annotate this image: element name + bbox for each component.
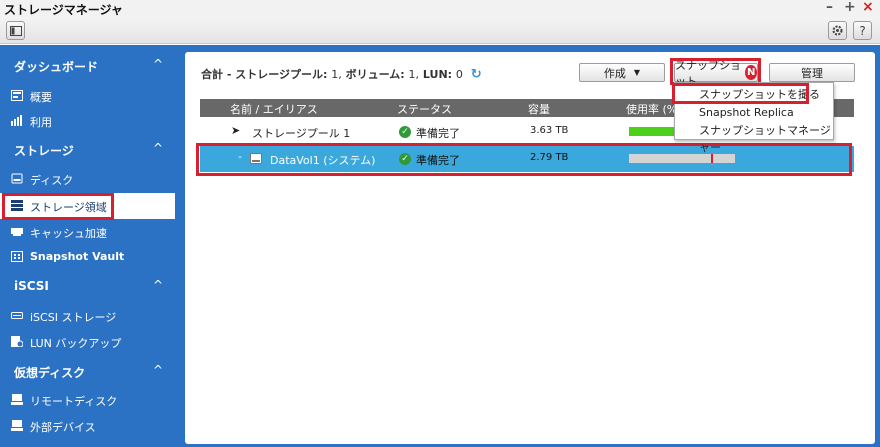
manage-label: 管理 [801,66,823,80]
window-title: ストレージマネージャ [4,3,123,17]
sidebar-item-remote-disk[interactable]: リモートディスク [0,387,175,413]
sidebar-item-disks[interactable]: ディスク [0,166,175,192]
overview-icon [11,90,23,101]
section-label: ストレージ [14,144,74,158]
sidebar-item-external-device[interactable]: 外部デバイス [0,413,175,439]
external-device-icon [11,420,23,431]
panel-icon [9,25,22,36]
bar-chart-icon [11,115,22,126]
column-name[interactable]: 名前 / エイリアス [230,101,318,117]
sidebar-item-label: ディスク [30,174,74,187]
check-circle-icon: ✓ [399,126,411,138]
help-button[interactable]: ? [853,21,872,40]
sidebar-item-label: LUN バックアップ [30,337,122,350]
sidebar-item-iscsi-storage[interactable]: iSCSI ストレージ [0,303,175,329]
vault-icon [11,251,23,262]
disk-icon [11,173,23,184]
volume-count: 1, [408,68,420,81]
highlight-box-sidebar [2,193,114,220]
row-name: ストレージプール 1 [252,127,351,140]
sidebar-section-dashboard[interactable]: ダッシュボード ^ [0,52,175,80]
manage-button[interactable]: 管理 [769,63,855,82]
chevron-up-icon: ^ [152,141,163,155]
minimize-button[interactable]: – [826,0,833,16]
chevron-up-icon: ^ [152,363,163,377]
menu-item-snapshot-manager[interactable]: スナップショットマネージャー [675,122,833,154]
pool-label: ストレージプール: [235,68,328,81]
gear-icon [832,25,843,36]
chevron-up-icon: ^ [152,278,163,292]
create-label: 作成 [603,66,626,80]
cache-icon [11,228,23,236]
section-label: iSCSI [14,279,49,293]
sidebar-item-label: iSCSI ストレージ [30,311,117,324]
remote-disk-icon [11,394,23,405]
sidebar-item-cache-acceleration[interactable]: キャッシュ加速 [0,219,175,245]
sidebar-item-label: 外部デバイス [30,421,96,434]
sidebar-item-label: Snapshot Vault [30,250,125,263]
highlight-box-take-snapshot [672,83,809,104]
column-capacity[interactable]: 容量 [528,101,550,117]
create-button[interactable]: 作成 ▼ [579,63,665,82]
menu-item-snapshot-replica[interactable]: Snapshot Replica [675,104,833,121]
sidebar-item-label: 概要 [30,91,52,104]
volume-label: ボリューム: [345,68,405,81]
row-capacity: 3.63 TB [530,125,569,136]
summary-prefix: 合計 - [201,68,232,81]
highlight-box-volume-row [196,143,852,176]
sidebar-section-storage[interactable]: ストレージ ^ [0,136,175,164]
summary-line: 合計 - ストレージプール: 1, ボリューム: 1, LUN: 0 ↻ [201,66,482,82]
section-label: ダッシュボード [14,60,99,74]
collapse-icon[interactable]: ➤ [231,124,240,137]
maximize-button[interactable]: + [844,0,856,16]
section-label: 仮想ディスク [14,366,86,380]
sidebar-item-overview[interactable]: 概要 [0,83,175,109]
highlight-box-snapshot-button [670,58,761,85]
backup-icon [11,336,23,347]
sidebar-toggle-button[interactable] [6,21,25,40]
column-status[interactable]: ステータス [397,101,452,117]
sidebar-item-usage[interactable]: 利用 [0,108,175,134]
toolbar: ? [0,17,880,44]
settings-button[interactable] [828,21,847,40]
lun-label: LUN: [422,68,453,81]
sidebar-item-label: リモートディスク [30,395,118,408]
chevron-up-icon: ^ [152,57,163,71]
pool-count: 1, [331,68,342,81]
row-status: 準備完了 [416,127,460,140]
iscsi-icon [11,312,23,319]
sidebar-item-label: キャッシュ加速 [30,227,107,240]
window-title-bar: ストレージマネージャ – + × [0,0,880,17]
lun-count: 0 [455,68,463,81]
close-button[interactable]: × [862,0,874,16]
sidebar-item-lun-backup[interactable]: LUN バックアップ [0,329,175,355]
usage-bar-fill [629,127,677,136]
sidebar-section-iscsi[interactable]: iSCSI ^ [0,273,175,301]
refresh-icon[interactable]: ↻ [471,67,482,82]
dropdown-arrow-icon: ▼ [633,68,641,77]
sidebar-item-snapshot-vault[interactable]: Snapshot Vault [0,244,175,270]
sidebar: ダッシュボード ^ 概要 利用 ストレージ ^ ディスク ストレージ領域 キャッ… [0,45,175,447]
sidebar-item-label: 利用 [30,116,52,129]
sidebar-section-virtual-disk[interactable]: 仮想ディスク ^ [0,358,175,386]
